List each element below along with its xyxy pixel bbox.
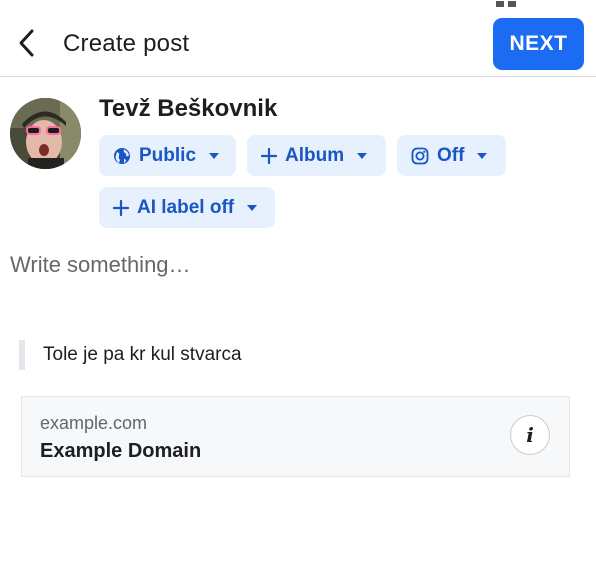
caret-down-icon bbox=[476, 152, 488, 160]
chip-label: Off bbox=[437, 144, 465, 166]
chip-label: Public bbox=[139, 144, 197, 166]
caret-down-icon bbox=[208, 152, 220, 160]
info-button[interactable]: i bbox=[510, 415, 550, 455]
user-name: Tevž Beškovnik bbox=[99, 95, 278, 122]
instagram-icon bbox=[411, 147, 429, 165]
caret-down-icon bbox=[356, 152, 368, 160]
next-button[interactable]: NEXT bbox=[493, 18, 584, 70]
quote-bar bbox=[19, 340, 25, 370]
instagram-share-chip[interactable]: Off bbox=[397, 135, 506, 176]
info-icon: i bbox=[526, 423, 534, 447]
audience-public-chip[interactable]: Public bbox=[99, 135, 236, 176]
link-preview-card[interactable]: example.com Example Domain i bbox=[21, 396, 570, 477]
globe-icon bbox=[113, 147, 131, 165]
link-title: Example Domain bbox=[40, 440, 202, 462]
ai-label-chip[interactable]: AI label off bbox=[99, 187, 275, 228]
caret-down-icon bbox=[246, 204, 258, 212]
chevron-left-icon bbox=[19, 29, 34, 57]
app-header: Create post NEXT bbox=[0, 0, 596, 77]
back-button[interactable] bbox=[10, 26, 44, 60]
page-title: Create post bbox=[63, 30, 190, 57]
shared-text: Tole je pa kr kul stvarca bbox=[43, 344, 242, 365]
plus-icon bbox=[113, 199, 129, 216]
chip-label: AI label off bbox=[137, 196, 235, 218]
chip-label: Album bbox=[285, 144, 345, 166]
avatar-image bbox=[10, 98, 81, 169]
link-domain: example.com bbox=[40, 413, 148, 433]
album-chip[interactable]: Album bbox=[247, 135, 386, 176]
avatar[interactable] bbox=[10, 98, 81, 169]
plus-icon bbox=[261, 147, 277, 164]
post-text-input[interactable]: Write something… bbox=[10, 252, 191, 278]
